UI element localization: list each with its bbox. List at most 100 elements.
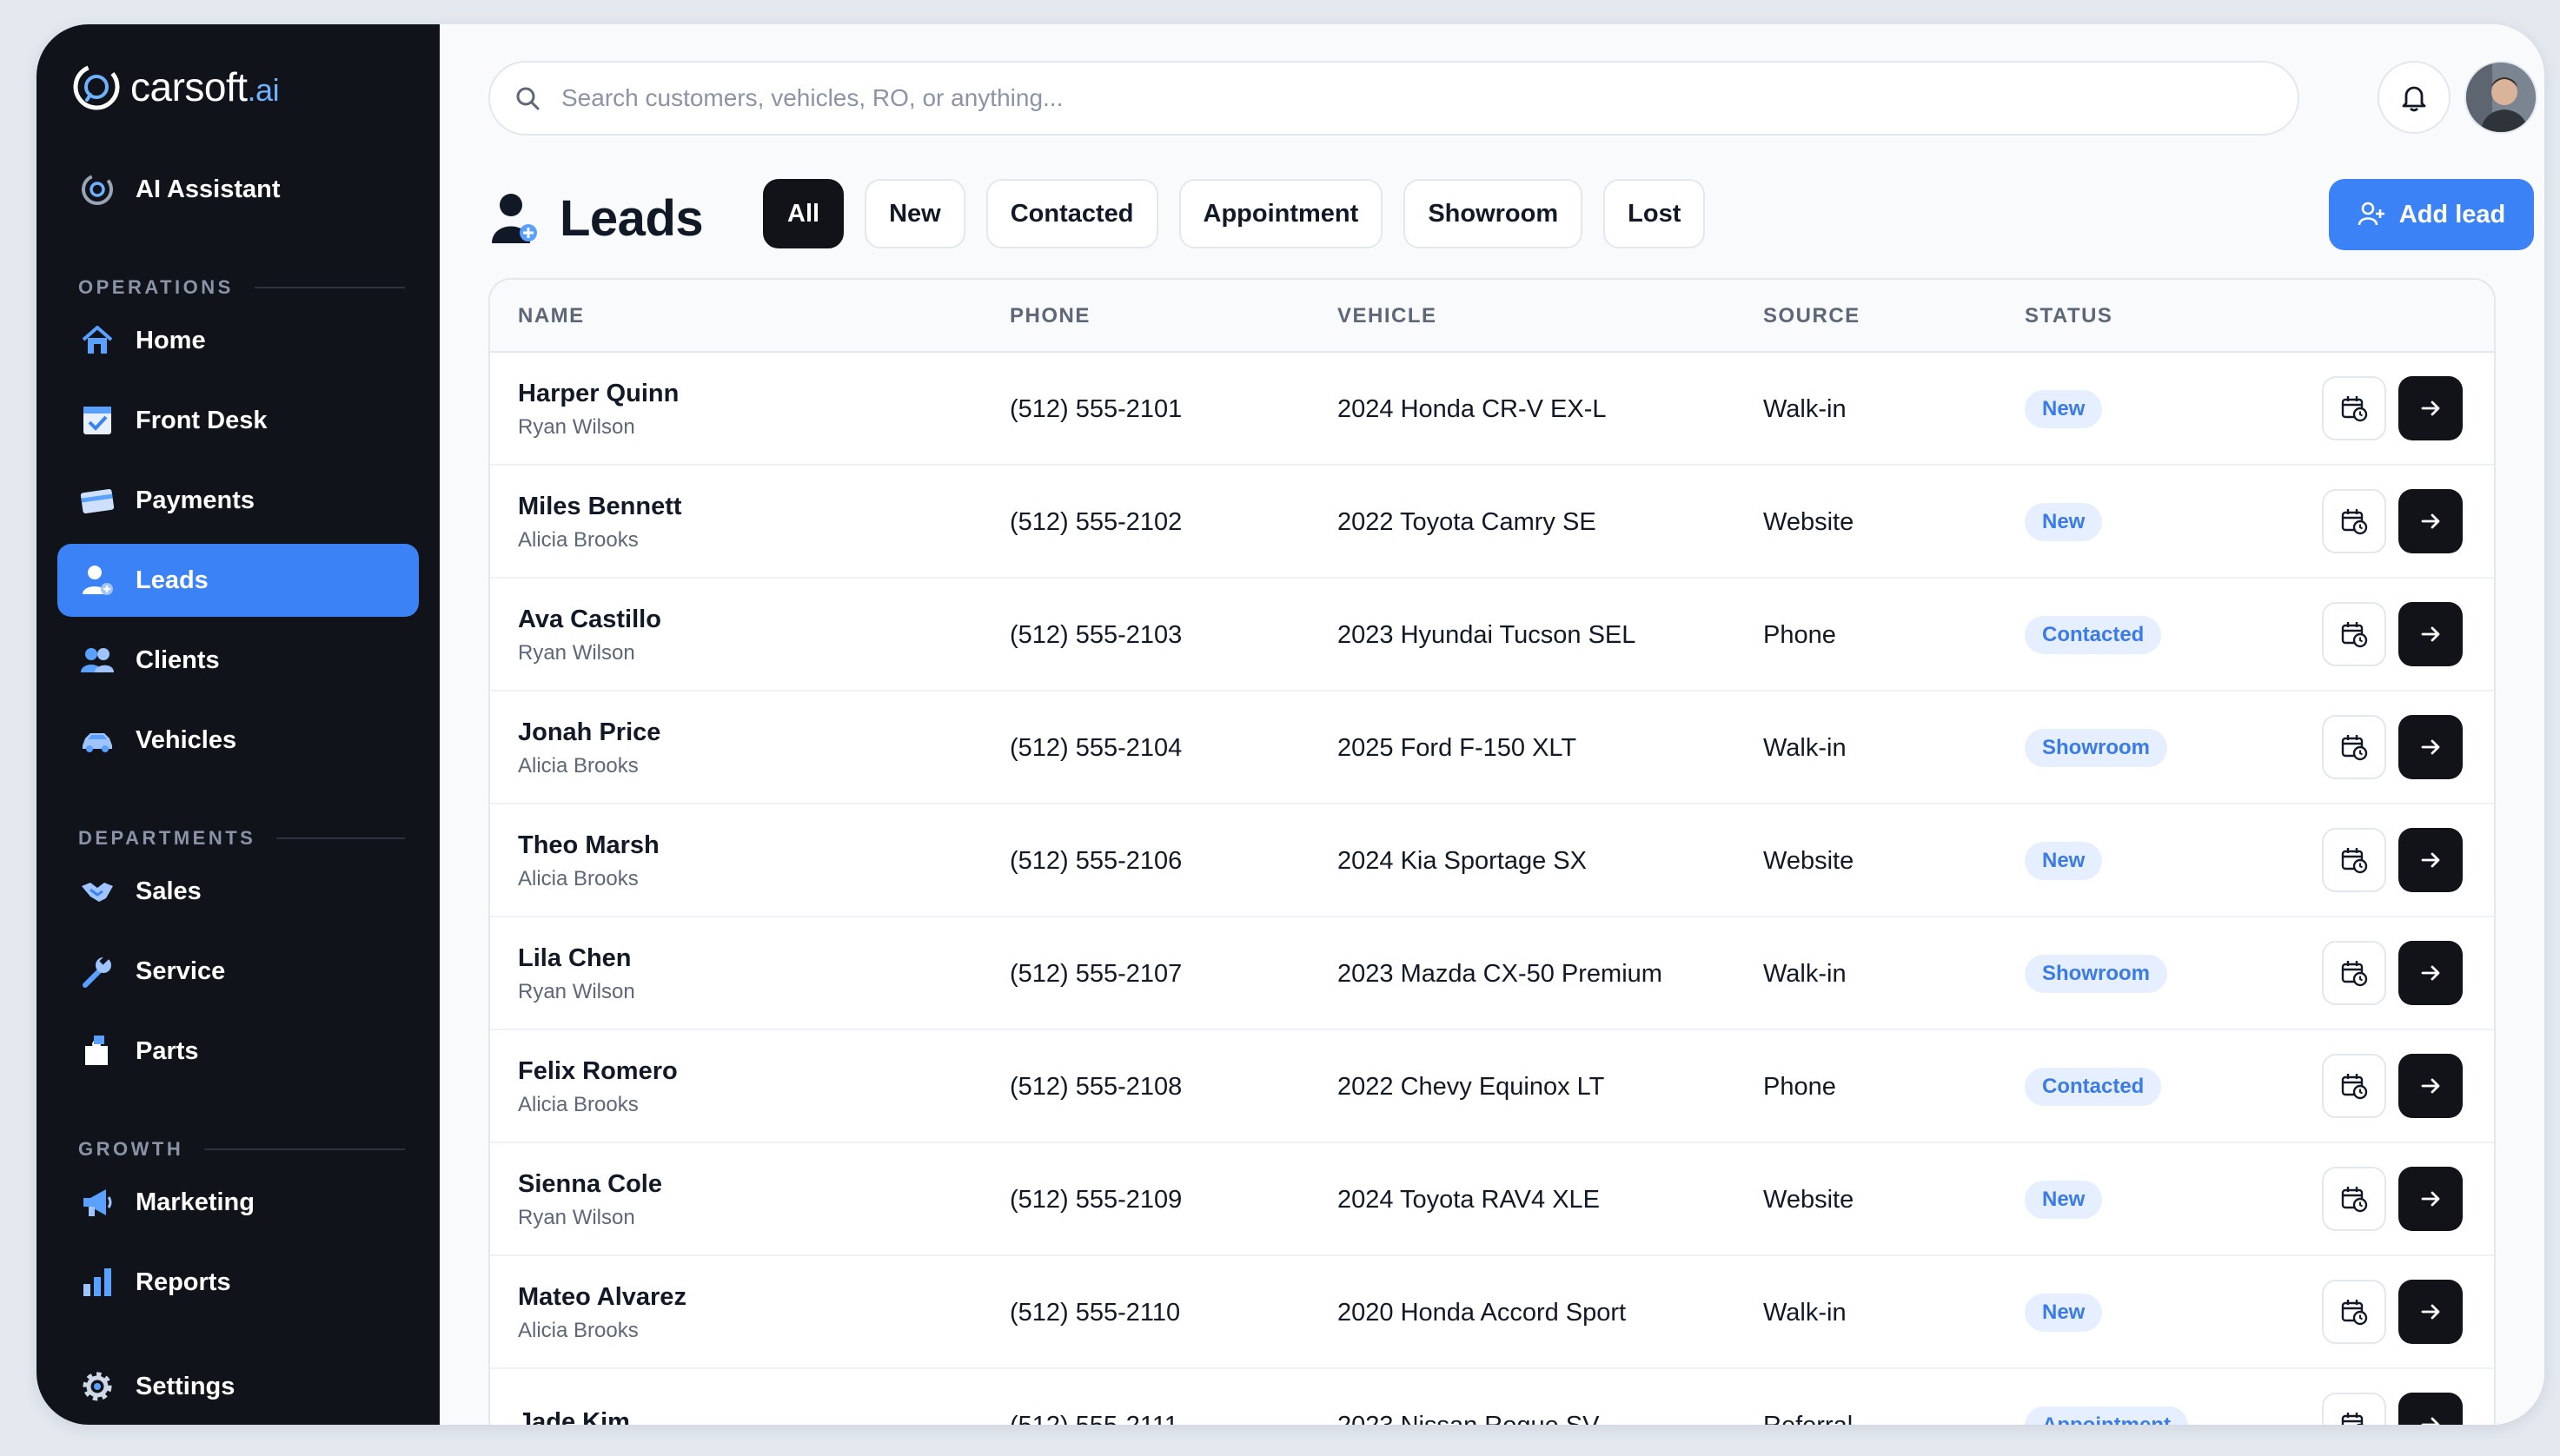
page-title: Leads bbox=[560, 189, 704, 247]
schedule-appointment-button[interactable] bbox=[2322, 1167, 2386, 1231]
section-label-growth: GROWTH bbox=[78, 1136, 405, 1162]
table-row[interactable]: Lila Chen Ryan Wilson (512) 555-2107 2023 M… bbox=[490, 917, 2494, 1030]
open-lead-button[interactable] bbox=[2398, 1167, 2463, 1231]
sidebar-item-settings[interactable]: Settings bbox=[57, 1350, 419, 1423]
schedule-appointment-button[interactable] bbox=[2322, 376, 2386, 440]
user-photo-icon bbox=[2466, 63, 2536, 132]
open-lead-button[interactable] bbox=[2398, 1054, 2463, 1118]
avatar[interactable] bbox=[2464, 61, 2537, 134]
schedule-appointment-button[interactable] bbox=[2322, 1054, 2386, 1118]
lead-name[interactable]: Lila Chen bbox=[518, 944, 632, 973]
sidebar-item-ai-assistant[interactable]: AI Assistant bbox=[57, 153, 419, 226]
clipboard-check-icon bbox=[78, 401, 116, 440]
sidebar-item-clients[interactable]: Clients bbox=[57, 624, 419, 697]
schedule-appointment-button[interactable] bbox=[2322, 489, 2386, 553]
sidebar-item-service[interactable]: Service bbox=[57, 935, 419, 1008]
filter-chip-contacted[interactable]: Contacted bbox=[985, 179, 1158, 248]
sidebar-item-label: Home bbox=[136, 326, 206, 354]
status-badge: New bbox=[2025, 1181, 2103, 1219]
lead-name[interactable]: Miles Bennett bbox=[518, 493, 682, 521]
table-row[interactable]: Harper Quinn Ryan Wilson (512) 555-2101 202… bbox=[490, 353, 2494, 466]
column-header-phone[interactable]: PHONE bbox=[1010, 280, 1091, 353]
sidebar-item-label: Leads bbox=[136, 566, 209, 594]
lead-status-cell: New bbox=[2025, 353, 2103, 466]
filter-chip-showroom[interactable]: Showroom bbox=[1403, 179, 1583, 248]
arrow-right-icon bbox=[2417, 960, 2444, 986]
lead-source: Walk-in bbox=[1763, 733, 1847, 762]
table-row[interactable]: Felix Romero Alicia Brooks (512) 555-2108 2… bbox=[490, 1030, 2494, 1143]
brand-logo[interactable]: carsoft.ai bbox=[71, 59, 280, 115]
open-lead-button[interactable] bbox=[2398, 602, 2463, 666]
column-header-vehicle[interactable]: VEHICLE bbox=[1337, 280, 1437, 353]
schedule-appointment-button[interactable] bbox=[2322, 715, 2386, 779]
open-lead-button[interactable] bbox=[2398, 1280, 2463, 1344]
schedule-appointment-button[interactable] bbox=[2322, 941, 2386, 1005]
lead-phone: (512) 555-2108 bbox=[1010, 1072, 1183, 1101]
sidebar-item-vehicles[interactable]: Vehicles bbox=[57, 704, 419, 777]
table-row[interactable]: Jade Kim (512) 555-2111 2023 Nissan Rogue … bbox=[490, 1369, 2494, 1425]
arrow-right-icon bbox=[2417, 621, 2444, 647]
open-lead-button[interactable] bbox=[2398, 828, 2463, 892]
lead-name[interactable]: Theo Marsh bbox=[518, 831, 660, 860]
lead-name[interactable]: Jade Kim bbox=[518, 1408, 630, 1426]
lead-name[interactable]: Felix Romero bbox=[518, 1057, 678, 1086]
leads-table: NAME PHONE VEHICLE SOURCE STATUS Harper … bbox=[488, 278, 2496, 1425]
open-lead-button[interactable] bbox=[2398, 1393, 2463, 1425]
status-badge: Appointment bbox=[2025, 1406, 2188, 1425]
open-lead-button[interactable] bbox=[2398, 489, 2463, 553]
sidebar-item-marketing[interactable]: Marketing bbox=[57, 1166, 419, 1239]
column-header-name[interactable]: NAME bbox=[518, 280, 585, 353]
table-row[interactable]: Sienna Cole Ryan Wilson (512) 555-2109 2024… bbox=[490, 1143, 2494, 1256]
table-row[interactable]: Miles Bennett Alicia Brooks (512) 555-2102… bbox=[490, 466, 2494, 579]
lead-name[interactable]: Ava Castillo bbox=[518, 606, 661, 634]
schedule-appointment-button[interactable] bbox=[2322, 1393, 2386, 1425]
section-label-departments: DEPARTMENTS bbox=[78, 825, 405, 851]
calendar-clock-icon bbox=[2339, 1410, 2369, 1425]
lead-name[interactable]: Sienna Cole bbox=[518, 1170, 662, 1199]
sidebar-item-parts[interactable]: Parts bbox=[57, 1015, 419, 1088]
lead-name[interactable]: Harper Quinn bbox=[518, 380, 679, 408]
open-lead-button[interactable] bbox=[2398, 941, 2463, 1005]
sidebar-item-home[interactable]: Home bbox=[57, 304, 419, 377]
filter-chip-all[interactable]: All bbox=[763, 179, 845, 248]
table-row[interactable]: Ava Castillo Ryan Wilson (512) 555-2103 202… bbox=[490, 579, 2494, 692]
sidebar-item-front-desk[interactable]: Front Desk bbox=[57, 384, 419, 457]
schedule-appointment-button[interactable] bbox=[2322, 1280, 2386, 1344]
search-input[interactable] bbox=[561, 84, 2212, 112]
table-row[interactable]: Mateo Alvarez Alicia Brooks (512) 555-2110… bbox=[490, 1256, 2494, 1369]
status-badge: New bbox=[2025, 503, 2103, 541]
add-lead-button[interactable]: Add lead bbox=[2329, 179, 2534, 250]
column-header-source[interactable]: SOURCE bbox=[1763, 280, 1860, 353]
column-header-status[interactable]: STATUS bbox=[2025, 280, 2112, 353]
filter-chip-new[interactable]: New bbox=[865, 179, 965, 248]
schedule-appointment-button[interactable] bbox=[2322, 602, 2386, 666]
lead-name[interactable]: Mateo Alvarez bbox=[518, 1283, 686, 1312]
lead-phone: (512) 555-2102 bbox=[1010, 507, 1183, 536]
notifications-button[interactable] bbox=[2378, 61, 2451, 134]
schedule-appointment-button[interactable] bbox=[2322, 828, 2386, 892]
lead-phone: (512) 555-2111 bbox=[1010, 1369, 1178, 1426]
table-row[interactable]: Theo Marsh Alicia Brooks (512) 555-2106 202… bbox=[490, 804, 2494, 917]
open-lead-button[interactable] bbox=[2398, 715, 2463, 779]
status-badge: Showroom bbox=[2025, 955, 2167, 993]
filter-chip-appointment[interactable]: Appointment bbox=[1178, 179, 1383, 248]
sidebar-item-label: Parts bbox=[136, 1036, 199, 1065]
lead-name[interactable]: Jonah Price bbox=[518, 718, 660, 747]
sidebar-item-label: Settings bbox=[136, 1372, 235, 1400]
lead-vehicle: 2024 Kia Sportage SX bbox=[1337, 846, 1587, 875]
sidebar-item-leads[interactable]: Leads bbox=[57, 544, 419, 617]
open-lead-button[interactable] bbox=[2398, 376, 2463, 440]
calendar-clock-icon bbox=[2339, 1184, 2369, 1214]
sidebar-item-payments[interactable]: Payments bbox=[57, 464, 419, 537]
lead-assigned-agent: Alicia Brooks bbox=[518, 1318, 639, 1342]
search-bar[interactable] bbox=[488, 61, 2299, 136]
arrow-right-icon bbox=[2417, 1412, 2444, 1425]
arrow-right-icon bbox=[2417, 1299, 2444, 1325]
lead-source: Walk-in bbox=[1763, 959, 1847, 988]
sidebar-item-label: Payments bbox=[136, 486, 255, 514]
sidebar-item-reports[interactable]: Reports bbox=[57, 1246, 419, 1319]
table-row[interactable]: Jonah Price Alicia Brooks (512) 555-2104 20… bbox=[490, 692, 2494, 804]
calendar-clock-icon bbox=[2339, 845, 2369, 875]
sidebar-item-sales[interactable]: Sales bbox=[57, 855, 419, 928]
filter-chip-lost[interactable]: Lost bbox=[1603, 179, 1706, 248]
